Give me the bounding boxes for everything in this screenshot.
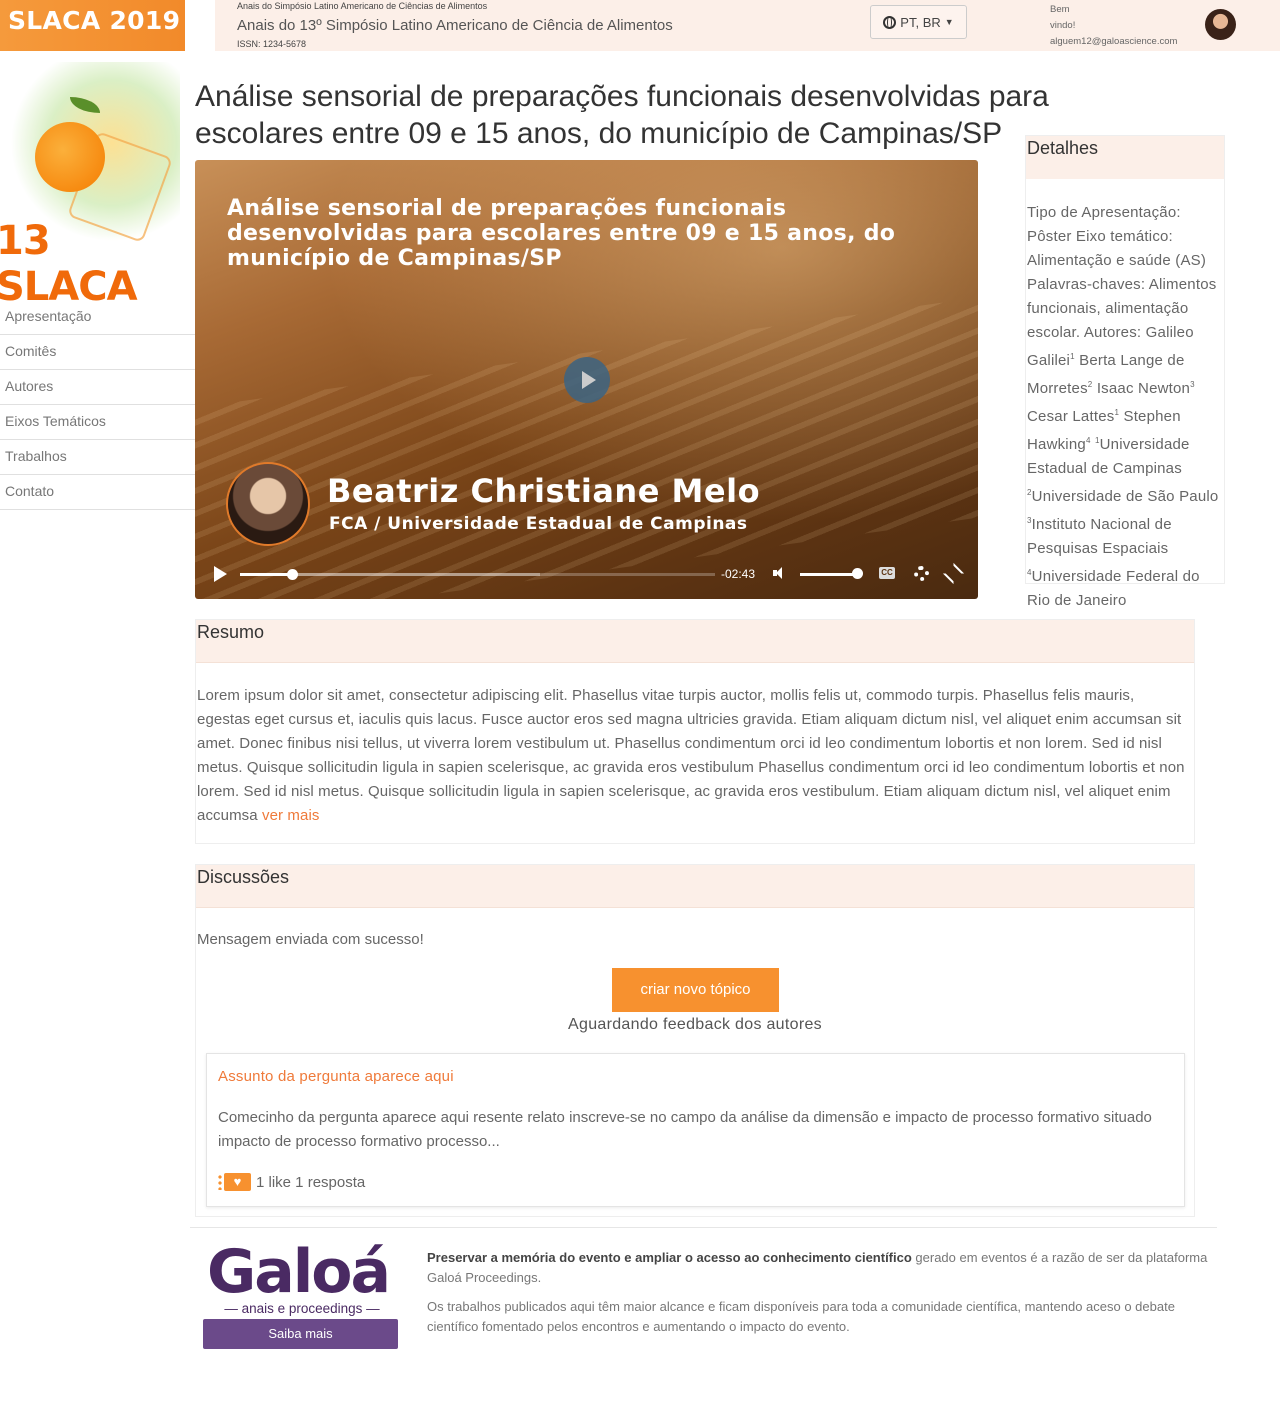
welcome-text: Bem vindo!	[1050, 4, 1076, 31]
globe-icon	[883, 15, 897, 29]
author-index: 1	[1070, 352, 1075, 361]
awaiting-feedback-text: Aguardando feedback dos autores	[568, 1016, 822, 1033]
details-text: Instituto Nacional de Pesquisas Espaciai…	[1027, 516, 1172, 557]
footer-paragraph-1: Preservar a memória do evento e ampliar …	[427, 1248, 1217, 1288]
speaker-photo	[226, 462, 310, 546]
language-selector[interactable]: PT, BR ▼	[870, 5, 967, 39]
user-email: alguem12@galoascience.com	[1050, 36, 1178, 47]
question-stats-text: 1 like 1 resposta	[256, 1173, 366, 1191]
question-stats: ♥ 1 like 1 resposta	[218, 1171, 365, 1193]
gear-icon[interactable]	[914, 566, 929, 581]
details-text: Cesar Lattes	[1027, 408, 1115, 425]
user-greeting: Bem vindo! alguem12@galoascience.com	[1050, 2, 1177, 50]
progress-handle[interactable]	[287, 569, 299, 580]
like-dots	[218, 1174, 222, 1190]
discussoes-panel: Discussões Mensagem enviada com sucesso!…	[195, 864, 1195, 1217]
like-heart: ♥	[224, 1173, 251, 1191]
brand-logo[interactable]: SLACA 2019	[0, 0, 185, 51]
play-button[interactable]	[214, 566, 227, 582]
question-subject[interactable]: Assunto da pergunta aparece aqui	[218, 1068, 454, 1085]
sidebar-item-apresentacao[interactable]: Apresentação	[0, 300, 195, 335]
volume-icon[interactable]	[773, 567, 785, 579]
video-controls: -02:43 CC	[195, 558, 978, 590]
footer-text: Preservar a memória do evento e ampliar …	[427, 1248, 1217, 1337]
author-index: 3	[1190, 380, 1195, 389]
heart-icon[interactable]: ♥	[218, 1171, 251, 1193]
details-body: Tipo de Apresentação: Pôster Eixo temáti…	[1026, 179, 1224, 613]
sidebar-item-eixos-tematicos[interactable]: Eixos Temáticos	[0, 405, 195, 440]
details-panel: Detalhes Tipo de Apresentação: Pôster Ei…	[1025, 135, 1225, 609]
logo-wordmark: 13 SLACA	[0, 218, 138, 310]
volume-slider[interactable]	[800, 573, 857, 576]
details-text: Isaac Newton	[1096, 380, 1191, 397]
sidebar-item-autores[interactable]: Autores	[0, 370, 195, 405]
sidebar-menu: Apresentação Comitês Autores Eixos Temát…	[0, 300, 195, 510]
sidebar-item-trabalhos[interactable]: Trabalhos	[0, 440, 195, 475]
volume-handle[interactable]	[852, 568, 863, 579]
page-title: Análise sensorial de preparações funcion…	[195, 80, 1049, 150]
sidebar-item-contato[interactable]: Contato	[0, 475, 195, 510]
sidebar-item-comites[interactable]: Comitês	[0, 335, 195, 370]
progress-fill	[240, 573, 293, 576]
logo-orange	[35, 122, 105, 192]
author-index: 4	[1085, 436, 1091, 445]
author-index: 1	[1114, 408, 1120, 417]
saiba-mais-button[interactable]: Saiba mais	[203, 1319, 398, 1349]
new-topic-button[interactable]: criar novo tópico	[612, 968, 779, 1012]
event-subtitle: Anais do Simpósio Latino Americano de Ci…	[237, 1, 488, 11]
resumo-text: Lorem ipsum dolor sit amet, consectetur …	[196, 663, 1186, 828]
user-avatar[interactable]	[1205, 9, 1236, 40]
galoa-name: Galoá	[207, 1237, 391, 1307]
question-excerpt: Comecinho da pergunta aparece aqui resen…	[218, 1109, 1152, 1150]
video-title: Análise sensorial de preparações funcion…	[227, 196, 896, 271]
top-bar: Anais do Simpósio Latino Americano de Ci…	[215, 0, 1280, 51]
author-index: 2	[1087, 380, 1093, 389]
fullscreen-icon[interactable]	[942, 562, 965, 585]
video-player[interactable]: Análise sensorial de preparações funcion…	[195, 160, 978, 599]
resumo-body: Lorem ipsum dolor sit amet, consectetur …	[197, 687, 1185, 824]
question-card[interactable]: Assunto da pergunta aparece aqui Comecin…	[206, 1053, 1185, 1207]
speaker-institution: FCA / Universidade Estadual de Campinas	[329, 514, 748, 534]
language-label: PT, BR	[900, 14, 941, 30]
discussoes-heading: Discussões	[196, 865, 1194, 908]
speaker-name: Beatriz Christiane Melo	[327, 472, 761, 510]
play-icon[interactable]	[564, 357, 610, 403]
captions-icon[interactable]: CC	[879, 567, 895, 579]
event-logo[interactable]: 13 SLACA	[0, 62, 190, 310]
galoa-logo: Galoá — anais e proceedings — Saiba mais	[203, 1240, 401, 1349]
issn: ISSN: 1234-5678	[237, 39, 307, 49]
details-text: Universidade Federal do Rio de Janeiro	[1027, 568, 1200, 609]
footer-paragraph-2: Os trabalhos publicados aqui têm maior a…	[427, 1299, 1175, 1334]
time-remaining: -02:43	[721, 567, 756, 581]
read-more-link[interactable]: ver mais	[262, 807, 319, 824]
details-text: Tipo de Apresentação: Pôster Eixo temáti…	[1027, 204, 1217, 369]
resumo-panel: Resumo Lorem ipsum dolor sit amet, conse…	[195, 619, 1195, 844]
footer-divider	[190, 1227, 1217, 1228]
galoa-tagline: — anais e proceedings —	[224, 1301, 380, 1316]
caret-down-icon: ▼	[944, 17, 954, 27]
progress-bar[interactable]	[240, 569, 715, 580]
details-heading: Detalhes	[1026, 136, 1224, 179]
details-text: Universidade de São Paulo	[1031, 488, 1219, 505]
success-message: Mensagem enviada com sucesso!	[197, 931, 424, 948]
event-title[interactable]: Anais do 13º Simpósio Latino Americano d…	[237, 17, 673, 34]
resumo-heading: Resumo	[196, 620, 1194, 663]
footer-bold: Preservar a memória do evento e ampliar …	[427, 1250, 912, 1265]
